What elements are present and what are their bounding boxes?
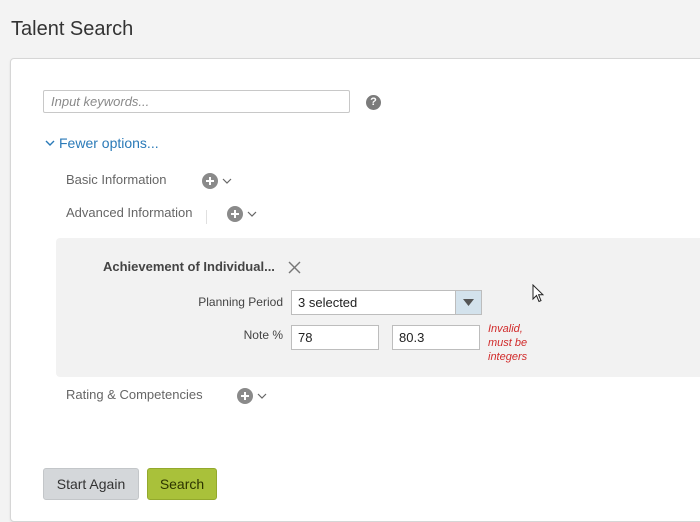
criterion-title: Achievement of Individual...	[103, 259, 275, 274]
planning-period-label: Planning Period	[198, 295, 283, 309]
planning-period-value: 3 selected	[298, 295, 358, 310]
error-line: Invalid,	[488, 323, 523, 335]
error-line: must be	[488, 337, 528, 349]
help-icon[interactable]: ?	[366, 95, 381, 110]
dropdown-arrow-icon[interactable]	[455, 291, 481, 314]
start-again-button[interactable]: Start Again	[43, 468, 139, 500]
add-advanced-information-button[interactable]	[227, 206, 257, 222]
note-percent-label: Note %	[243, 328, 283, 342]
add-rating-competencies-button[interactable]	[237, 388, 267, 404]
plus-circle-icon	[237, 388, 253, 404]
plus-circle-icon	[227, 206, 243, 222]
section-label-basic-information: Basic Information	[66, 172, 167, 187]
page-title: Talent Search	[11, 18, 134, 40]
chevron-down-icon	[222, 178, 232, 184]
chevron-down-icon	[257, 393, 267, 399]
section-label-advanced-information: Advanced Information	[66, 205, 193, 220]
plus-circle-icon	[202, 173, 218, 189]
error-line: integers	[488, 351, 528, 363]
chevron-down-icon	[247, 211, 257, 217]
search-button[interactable]: Search	[147, 468, 217, 500]
planning-period-select[interactable]: 3 selected	[291, 290, 482, 315]
section-label-rating-competencies: Rating & Competencies	[66, 387, 203, 402]
mouse-cursor-icon	[532, 284, 544, 303]
keyword-search-input[interactable]	[43, 90, 350, 113]
note-to-input[interactable]	[392, 325, 480, 350]
fewer-options-toggle[interactable]: Fewer options...	[44, 135, 159, 151]
note-validation-error: Invalid, must be integers	[488, 322, 548, 364]
chevron-down-icon	[45, 140, 55, 146]
close-icon[interactable]	[288, 261, 301, 274]
divider	[206, 210, 207, 224]
note-from-input[interactable]	[291, 325, 379, 350]
fewer-options-label: Fewer options...	[59, 135, 159, 151]
add-basic-information-button[interactable]	[202, 173, 232, 189]
